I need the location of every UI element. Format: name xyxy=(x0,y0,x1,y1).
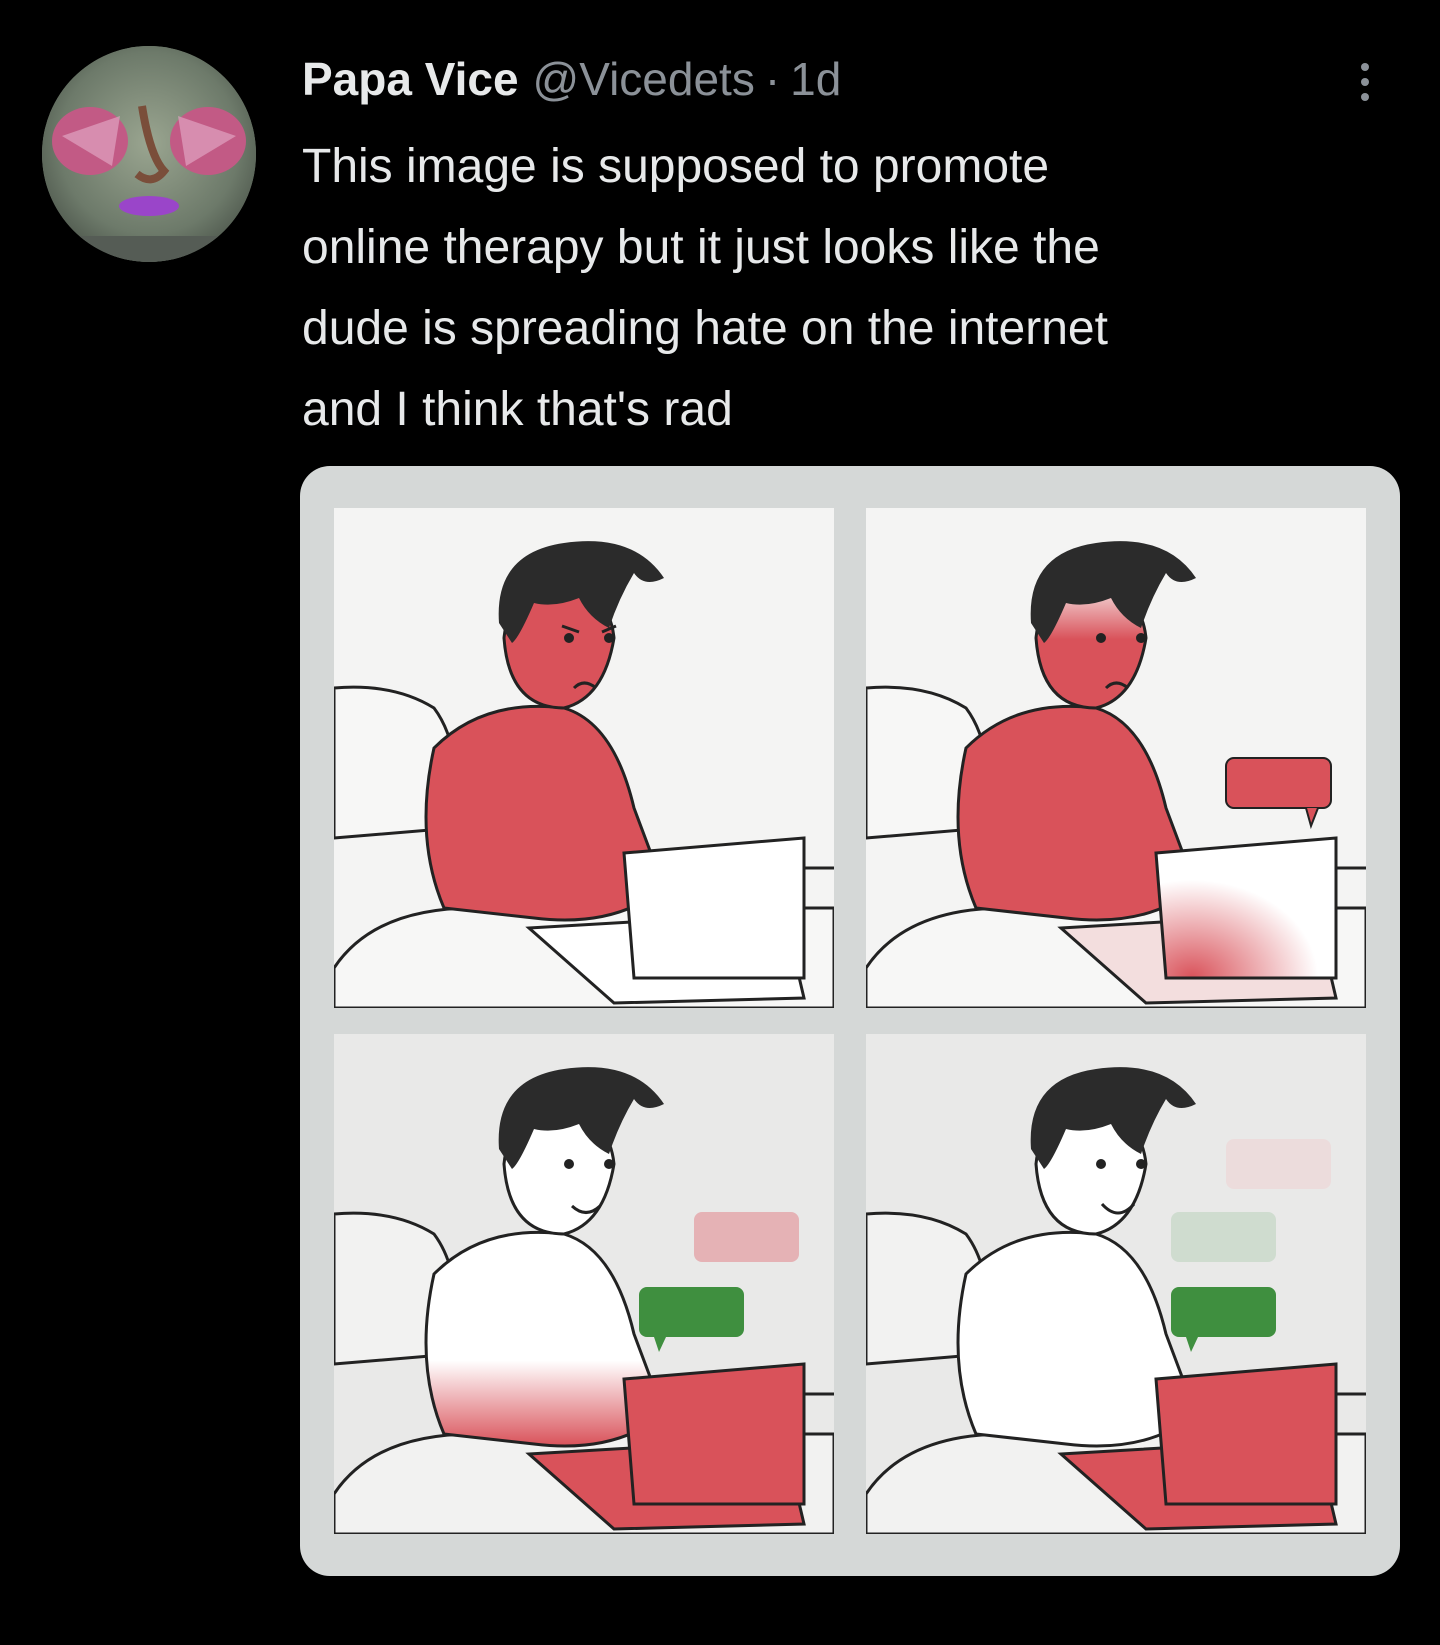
tweet-header: Papa Vice @Vicedets · 1d xyxy=(302,52,841,112)
tweet: Papa Vice @Vicedets · 1d This image is s… xyxy=(0,0,1440,1645)
tweet-timestamp[interactable]: 1d xyxy=(790,52,841,106)
comic-panel-2 xyxy=(866,508,1366,1008)
avatar[interactable] xyxy=(42,46,256,262)
author-handle[interactable]: @Vicedets xyxy=(533,52,755,106)
tweet-text: This image is supposed to promote online… xyxy=(302,140,1108,436)
comic-panel-4 xyxy=(866,1034,1366,1534)
more-vertical-icon[interactable] xyxy=(1350,52,1380,112)
separator-dot: · xyxy=(764,53,781,105)
avatar-clown-face-icon xyxy=(42,46,256,262)
comic-panel-3 xyxy=(334,1034,834,1534)
tweet-media-image[interactable] xyxy=(300,466,1400,1576)
author-display-name[interactable]: Papa Vice xyxy=(302,52,519,106)
comic-panel-1 xyxy=(334,508,834,1008)
